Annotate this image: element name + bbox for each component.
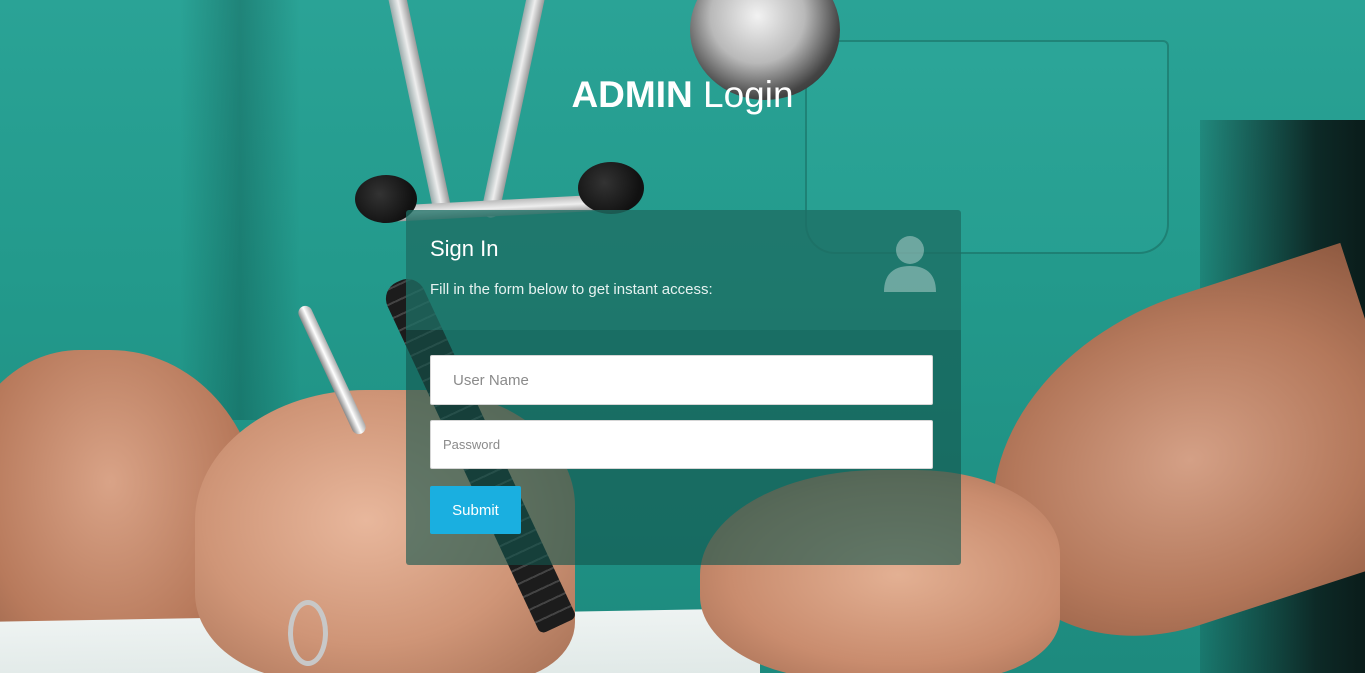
ring: [288, 600, 328, 666]
password-input[interactable]: [430, 420, 933, 469]
stethoscope-earpiece-right: [578, 162, 644, 214]
user-icon: [884, 236, 936, 292]
login-panel: Sign In Fill in the form below to get in…: [406, 210, 961, 565]
submit-button[interactable]: Submit: [430, 486, 521, 534]
login-panel-header: Sign In Fill in the form below to get in…: [406, 210, 961, 330]
username-input[interactable]: [430, 355, 933, 405]
panel-title: Sign In: [430, 236, 499, 261]
page-title: ADMIN Login: [0, 72, 1365, 118]
scrubs-shadow: [180, 0, 300, 420]
title-strong: ADMIN: [571, 74, 693, 115]
panel-subtitle: Fill in the form below to get instant ac…: [430, 281, 713, 298]
title-light: Login: [703, 74, 794, 115]
